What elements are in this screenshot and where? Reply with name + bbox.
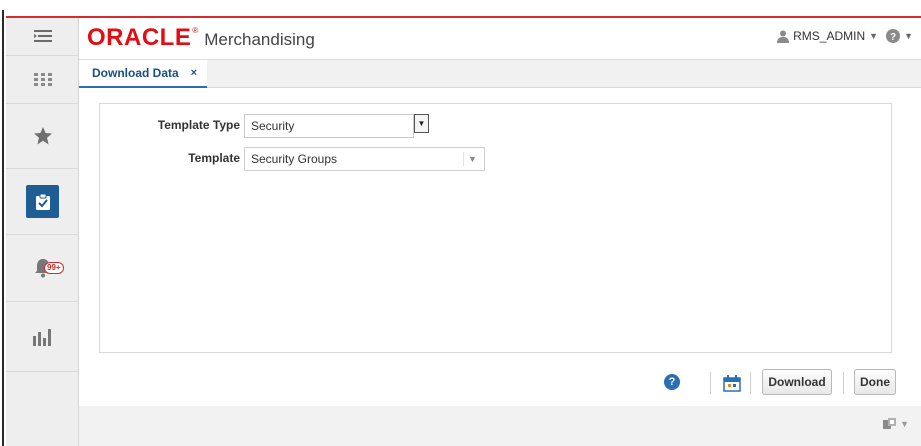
help-menu-icon[interactable]: ? <box>886 29 901 43</box>
toolbar-divider <box>710 372 711 394</box>
toolbar-divider <box>843 372 844 394</box>
apps-button[interactable] <box>6 56 79 104</box>
chevron-down-icon: ▼ <box>417 119 426 128</box>
template-row: Template <box>150 151 240 165</box>
notifications-badge: 99+ <box>44 262 64 274</box>
settings-icon <box>883 418 897 429</box>
tasks-button[interactable] <box>6 169 79 235</box>
tab-bar: Download Data × <box>79 59 921 88</box>
template-type-label: Template Type <box>157 118 240 132</box>
tasks-icon <box>35 193 50 210</box>
user-icon <box>777 30 790 43</box>
reports-button[interactable] <box>6 302 79 372</box>
chevron-down-icon[interactable]: ▼ <box>869 31 878 41</box>
template-select[interactable]: Security Groups <box>244 147 485 171</box>
chevron-down-icon: ▼ <box>468 154 477 164</box>
user-area: RMS_ADMIN ▼ ? ▼ <box>777 29 913 43</box>
status-menu[interactable]: ▼ <box>883 418 909 430</box>
notifications-button[interactable]: 99+ <box>6 235 79 302</box>
tasks-active-indicator <box>26 185 59 218</box>
tab-label: Download Data <box>92 66 179 80</box>
toolbar-divider <box>750 372 751 394</box>
window-edge-bar <box>2 10 4 446</box>
template-dropdown-button[interactable]: ▼ <box>463 152 481 166</box>
help-chevron-down-icon[interactable]: ▼ <box>904 31 913 41</box>
hamburger-icon <box>33 29 52 42</box>
app-name: Merchandising <box>204 30 315 49</box>
navigator-button[interactable] <box>6 18 79 56</box>
chevron-down-icon: ▼ <box>900 419 909 429</box>
download-form-panel <box>99 103 892 353</box>
bar-chart-icon <box>32 328 51 346</box>
calendar-icon[interactable] <box>722 373 742 393</box>
template-type-select[interactable]: Security <box>244 114 414 138</box>
user-menu[interactable]: RMS_ADMIN <box>793 29 865 43</box>
help-icon[interactable]: ? <box>664 374 680 390</box>
app-header: ORACLE ® Merchandising RMS_ADMIN ▼ ? ▼ <box>79 18 921 59</box>
grid-icon <box>33 72 52 86</box>
close-icon[interactable]: × <box>191 67 197 79</box>
logo-registered-mark: ® <box>192 26 199 35</box>
template-type-dropdown-button[interactable]: ▼ <box>414 114 429 133</box>
template-type-row: Template Type <box>150 118 240 132</box>
oracle-logo[interactable]: ORACLE ® Merchandising <box>87 24 315 52</box>
svg-text:?: ? <box>890 32 896 43</box>
done-button[interactable]: Done <box>854 369 896 395</box>
star-icon <box>33 127 52 145</box>
tab-download-data[interactable]: Download Data × <box>79 60 208 88</box>
status-bar: ▼ <box>79 406 921 446</box>
template-label: Template <box>188 151 240 165</box>
logo-wordmark: ORACLE <box>87 24 192 51</box>
favorites-button[interactable] <box>6 104 79 169</box>
left-navigation-rail: 99+ <box>6 18 79 446</box>
download-button[interactable]: Download <box>762 369 832 395</box>
